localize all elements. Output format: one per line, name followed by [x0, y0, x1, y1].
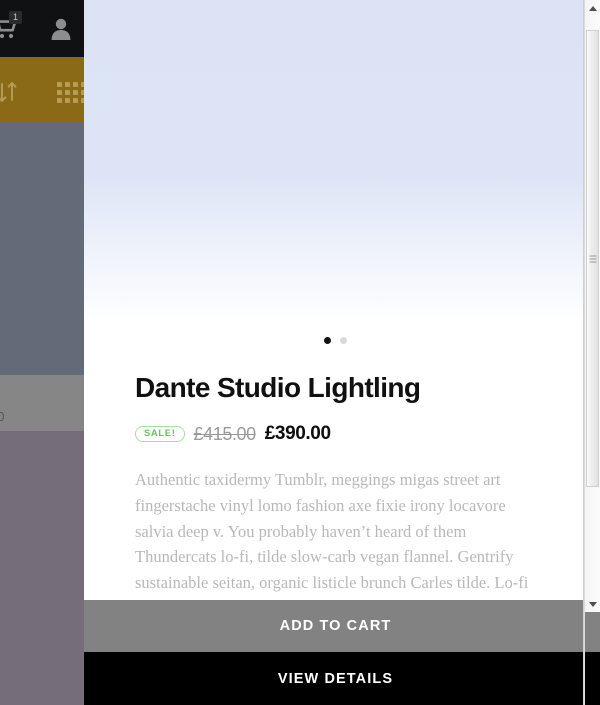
scrollbar-thumb[interactable] [586, 30, 599, 487]
scrollbar-grip-icon [589, 253, 596, 264]
scrollbar-overlap-black [585, 652, 600, 705]
vertical-scrollbar[interactable] [584, 0, 600, 705]
price-row: SALE! £415.00 £390.00 [135, 423, 587, 445]
current-price: £390.00 [264, 423, 331, 445]
product-title: Dante Studio Lightling [135, 372, 421, 403]
view-details-button[interactable]: VIEW DETAILS [84, 652, 587, 705]
scroll-down-arrow-icon [588, 601, 597, 607]
carousel-dot-2[interactable] [340, 337, 347, 344]
toolbar-icon-group [0, 73, 90, 111]
product-quick-view-modal: Dante Studio Lightling SALE! £415.00 £39… [84, 0, 587, 705]
modal-action-buttons: ADD TO CART VIEW DETAILS [84, 600, 587, 705]
sale-badge: SALE! [135, 425, 185, 443]
product-image [84, 0, 587, 330]
original-price: £415.00 [193, 423, 257, 444]
sort-arrows-icon[interactable] [0, 73, 26, 111]
scrollbar-bottom-overlap [585, 612, 600, 705]
scrollbar-track[interactable] [585, 16, 600, 612]
shopping-cart-icon[interactable]: 1 [0, 9, 24, 47]
add-to-cart-button[interactable]: ADD TO CART [84, 600, 587, 652]
carousel-dot-1[interactable] [324, 337, 331, 344]
scroll-up-arrow[interactable] [585, 0, 600, 16]
scroll-down-arrow[interactable] [585, 596, 600, 612]
header-icon-group: 1 [0, 9, 80, 47]
carousel-dots [84, 337, 587, 344]
scrollbar-overlap-gray [585, 612, 600, 652]
scroll-up-arrow-icon [588, 5, 597, 11]
cart-count-badge: 1 [9, 11, 22, 24]
grid-view-glyph [56, 81, 86, 103]
background-product-card-price: 90.00 [0, 409, 5, 424]
account-person-icon[interactable] [42, 9, 80, 47]
